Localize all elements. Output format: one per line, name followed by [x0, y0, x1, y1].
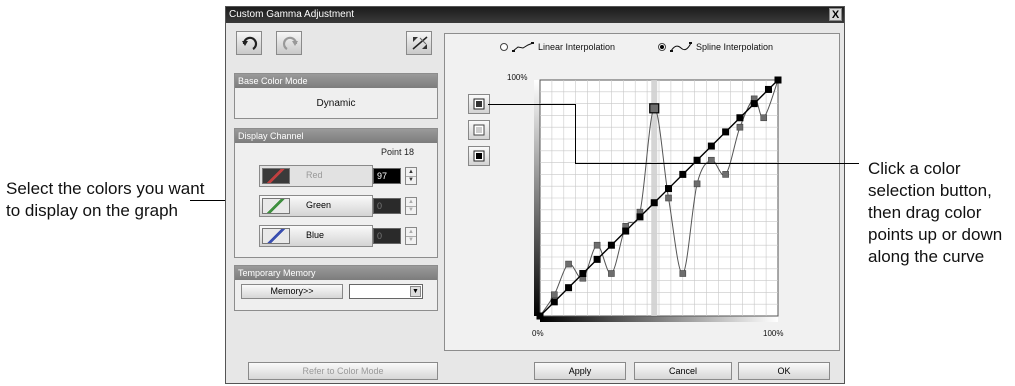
point-label: Point — [381, 147, 402, 157]
red-point[interactable] — [665, 194, 672, 202]
linear-point[interactable] — [607, 241, 615, 249]
gamma-dialog: Custom Gamma Adjustment X Base Color Mod… — [225, 6, 845, 384]
red-channel-label: Red — [306, 170, 323, 180]
linear-point[interactable] — [665, 185, 673, 193]
title-bar: Custom Gamma Adjustment X — [226, 7, 844, 23]
red-point[interactable] — [550, 291, 558, 299]
display-channel-header: Display Channel — [235, 129, 437, 143]
linear-point[interactable] — [579, 270, 587, 278]
red-point[interactable] — [608, 270, 615, 277]
red-value-stepper[interactable]: ▲ ▼ — [405, 167, 417, 185]
blue-curve-icon — [262, 228, 290, 244]
linear-point[interactable] — [622, 227, 630, 235]
green-value-field[interactable]: 0 — [373, 198, 401, 214]
red-point[interactable] — [593, 241, 601, 249]
right-leader-vertical — [575, 104, 576, 164]
base-color-mode-group: Base Color Mode Dynamic — [234, 73, 438, 119]
x-gradient-bar — [540, 316, 778, 322]
ok-button[interactable]: OK — [738, 362, 830, 380]
x-min-label: 0% — [532, 329, 544, 338]
y-gradient-bar — [534, 80, 540, 316]
left-callout-text: Select the colors you want to display on… — [6, 179, 205, 220]
red-point[interactable] — [693, 180, 701, 188]
red-point[interactable] — [722, 171, 729, 178]
linear-point[interactable] — [565, 284, 573, 292]
reset-diagonal-icon — [412, 36, 428, 50]
display-channel-group: Display Channel Point 18 Red 97 ▲ ▼ Green… — [234, 128, 438, 258]
blue-channel-button[interactable]: Blue — [259, 225, 373, 247]
undo-icon — [242, 36, 258, 50]
linear-point[interactable] — [679, 170, 687, 178]
red-point[interactable] — [679, 270, 687, 277]
refer-color-mode-button[interactable]: Refer to Color Mode — [248, 362, 438, 380]
x-max-label: 100% — [763, 329, 783, 338]
linear-point[interactable] — [550, 298, 558, 306]
linear-point[interactable] — [650, 199, 658, 207]
blue-value-field[interactable]: 0 — [373, 228, 401, 244]
linear-point[interactable] — [636, 213, 644, 221]
green-value-stepper[interactable]: ▲ ▼ — [405, 197, 417, 215]
red-point[interactable] — [736, 123, 744, 131]
redo-button[interactable] — [276, 31, 302, 55]
memory-select[interactable]: ▼ — [349, 284, 423, 299]
cancel-button[interactable]: Cancel — [634, 362, 732, 380]
selected-red-point[interactable] — [649, 103, 660, 114]
temporary-memory-group: Temporary Memory Memory>> ▼ — [234, 265, 438, 311]
base-color-mode-value: Dynamic — [316, 98, 356, 109]
memory-button[interactable]: Memory>> — [241, 284, 343, 299]
green-channel-label: Green — [306, 200, 332, 210]
right-leader-line — [575, 163, 859, 164]
redo-icon — [282, 36, 298, 50]
right-callout-text: Click a color selection button, then dra… — [868, 159, 1003, 266]
linear-point[interactable] — [593, 255, 601, 263]
blue-channel-label: Blue — [306, 230, 325, 240]
y-max-label: 100% — [507, 73, 527, 82]
linear-point[interactable] — [774, 76, 782, 84]
linear-point[interactable] — [707, 142, 715, 150]
right-leader-top — [488, 104, 576, 105]
green-curve-icon — [262, 198, 290, 214]
temporary-memory-header: Temporary Memory — [235, 266, 437, 280]
window-title: Custom Gamma Adjustment — [229, 9, 355, 20]
linear-point[interactable] — [536, 312, 544, 320]
green-channel-button[interactable]: Green — [259, 195, 373, 217]
linear-point[interactable] — [764, 85, 772, 93]
point-value: 18 — [404, 147, 415, 157]
red-curve-icon — [262, 168, 290, 184]
close-button[interactable]: X — [829, 8, 842, 21]
red-point[interactable] — [565, 260, 572, 268]
undo-button[interactable] — [236, 31, 262, 55]
linear-point[interactable] — [750, 100, 758, 108]
linear-point[interactable] — [736, 114, 744, 122]
apply-button[interactable]: Apply — [534, 362, 626, 380]
chevron-down-icon: ▼ — [410, 286, 421, 297]
base-color-mode-header: Base Color Mode — [235, 74, 437, 88]
reset-button[interactable] — [406, 31, 432, 55]
red-channel-button[interactable]: Red — [259, 165, 373, 187]
red-point[interactable] — [760, 114, 768, 122]
blue-value-stepper[interactable]: ▲ ▼ — [405, 227, 417, 245]
linear-point[interactable] — [722, 128, 730, 136]
red-value-field[interactable]: 97 — [373, 168, 401, 184]
graph-panel: Linear Interpolation Spline Interpolatio… — [444, 33, 840, 351]
gamma-graph[interactable]: 100% 0% 100% — [445, 34, 841, 352]
